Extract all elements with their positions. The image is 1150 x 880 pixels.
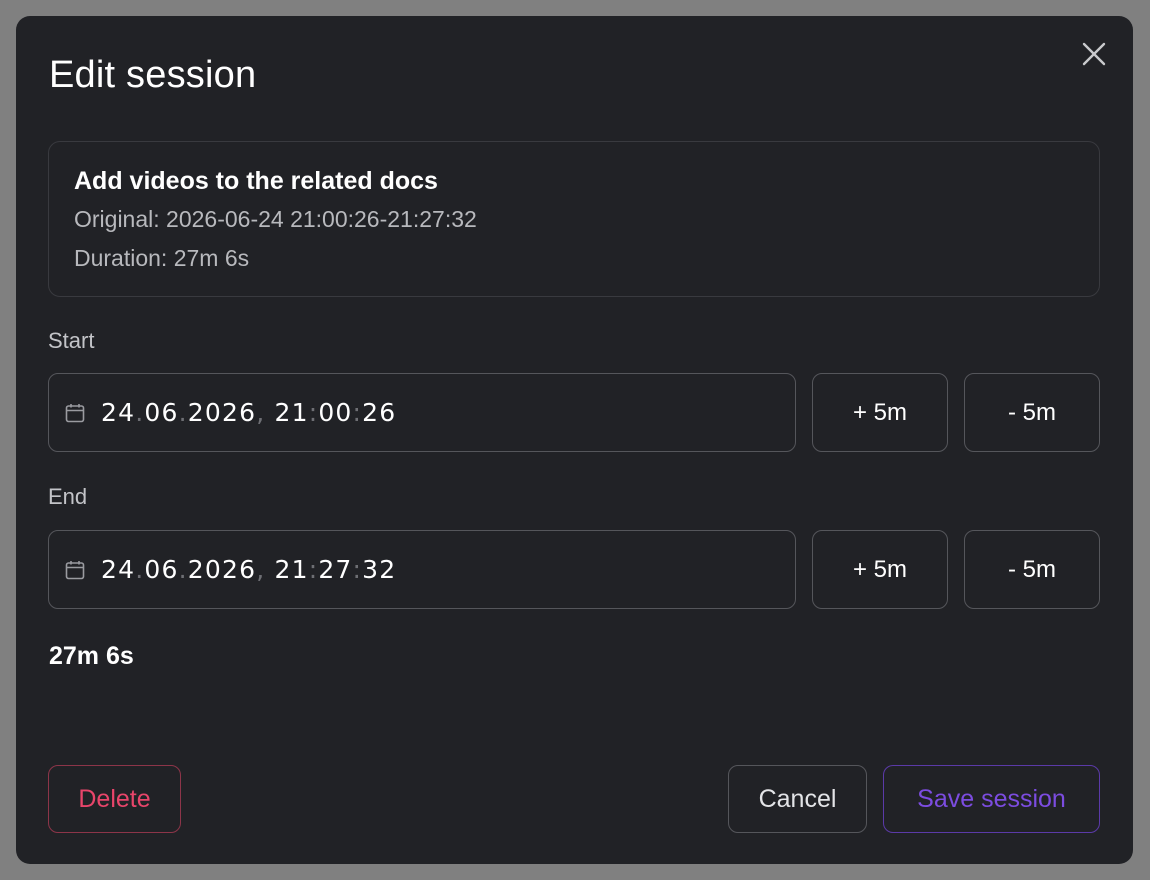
start-plus-5m-button[interactable]: + 5m bbox=[812, 373, 948, 452]
cancel-button[interactable]: Cancel bbox=[728, 765, 867, 833]
session-info-card: Add videos to the related docs Original:… bbox=[48, 141, 1100, 297]
calendar-icon bbox=[65, 403, 85, 422]
delete-button[interactable]: Delete bbox=[48, 765, 181, 833]
original-duration: Duration: 27m 6s bbox=[74, 245, 250, 271]
end-label: End bbox=[48, 484, 88, 509]
close-icon bbox=[1082, 42, 1106, 66]
start-day[interactable]: 24 bbox=[101, 398, 135, 427]
save-session-button[interactable]: Save session bbox=[883, 765, 1100, 833]
start-minute[interactable]: 00 bbox=[318, 398, 352, 427]
end-month[interactable]: 06 bbox=[144, 555, 178, 584]
session-name: Add videos to the related docs bbox=[74, 167, 438, 195]
end-minus-5m-button[interactable]: - 5m bbox=[964, 530, 1100, 609]
end-year[interactable]: 2026 bbox=[188, 555, 256, 584]
end-datetime-input[interactable]: 24.06.2026, 21:27:32 bbox=[48, 530, 796, 609]
edit-session-dialog: Edit session Add videos to the related d… bbox=[16, 16, 1133, 864]
close-button[interactable] bbox=[1080, 40, 1108, 68]
start-year[interactable]: 2026 bbox=[188, 398, 256, 427]
end-second[interactable]: 32 bbox=[362, 555, 396, 584]
original-time: Original: 2026-06-24 21:00:26-21:27:32 bbox=[74, 206, 477, 232]
end-datetime-value: 24.06.2026, 21:27:32 bbox=[101, 555, 397, 584]
start-second[interactable]: 26 bbox=[362, 398, 396, 427]
end-plus-5m-button[interactable]: + 5m bbox=[812, 530, 948, 609]
end-hour[interactable]: 21 bbox=[274, 555, 308, 584]
end-day[interactable]: 24 bbox=[101, 555, 135, 584]
end-minute[interactable]: 27 bbox=[318, 555, 352, 584]
start-month[interactable]: 06 bbox=[144, 398, 178, 427]
start-datetime-value: 24.06.2026, 21:00:26 bbox=[101, 398, 397, 427]
calendar-icon bbox=[65, 560, 85, 579]
start-label: Start bbox=[48, 328, 95, 353]
start-minus-5m-button[interactable]: - 5m bbox=[964, 373, 1100, 452]
start-datetime-input[interactable]: 24.06.2026, 21:00:26 bbox=[48, 373, 796, 452]
computed-duration: 27m 6s bbox=[49, 642, 134, 670]
dialog-title: Edit session bbox=[49, 54, 257, 96]
start-hour[interactable]: 21 bbox=[274, 398, 308, 427]
